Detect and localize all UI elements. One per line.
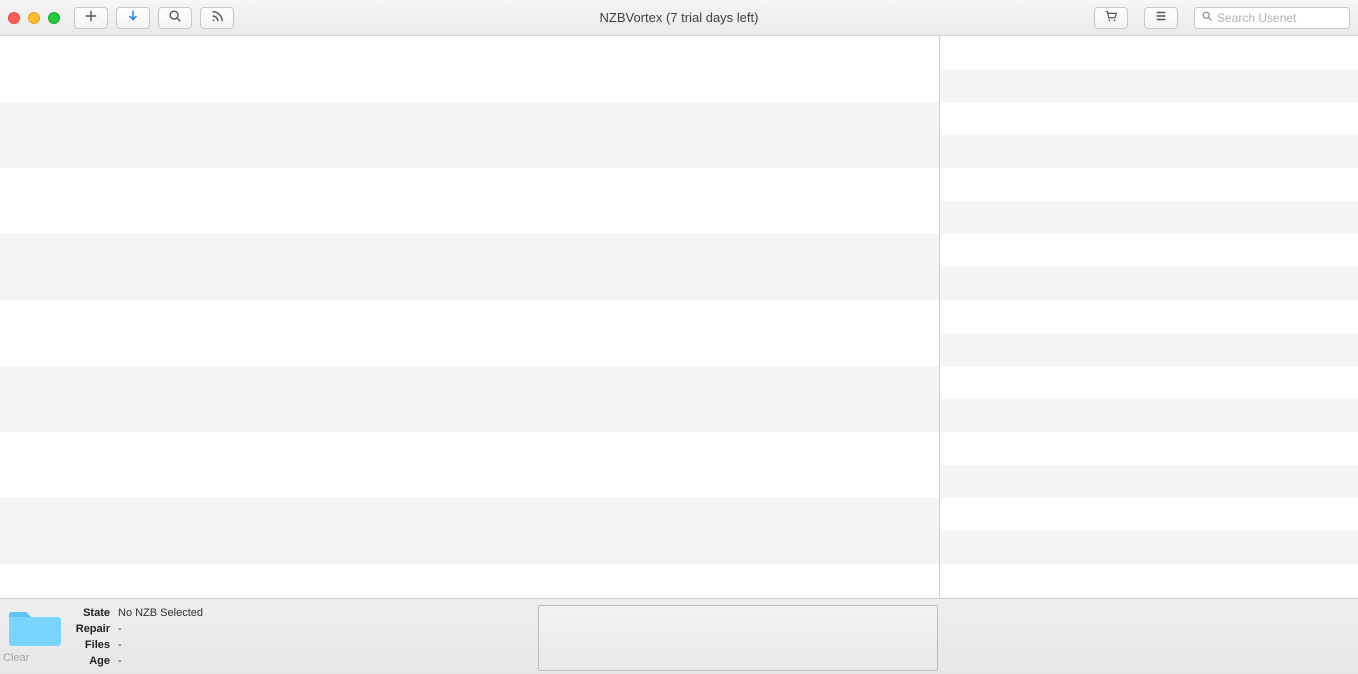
clear-label: Clear [2,652,68,664]
list-row [940,201,1358,234]
rss-icon [210,9,224,26]
rss-button[interactable] [200,7,234,29]
clear-folder-block[interactable]: Clear [0,599,68,664]
list-row [940,234,1358,267]
maximize-window-button[interactable] [48,12,60,24]
repair-value: - [118,621,122,637]
list-row [940,399,1358,432]
download-button[interactable] [116,7,150,29]
download-queue-list[interactable] [0,36,940,598]
list-row [940,432,1358,465]
search-input[interactable] [1217,11,1343,25]
search-button[interactable] [158,7,192,29]
list-row [0,234,939,300]
list-row [0,300,939,366]
folder-icon [6,605,64,649]
list-row [0,432,939,498]
list-row [940,531,1358,564]
list-row [940,366,1358,399]
title-bar: NZBVortex (7 trial days left) [0,0,1358,36]
list-row [940,69,1358,102]
cart-icon [1104,9,1118,26]
download-arrow-icon [126,9,140,26]
content-area [0,36,1358,598]
hamburger-icon [1154,9,1168,26]
list-row [940,300,1358,333]
state-value: No NZB Selected [118,605,203,621]
plus-icon [84,9,98,26]
list-row [0,498,939,564]
list-row [940,36,1358,69]
age-value: - [118,653,122,669]
details-grid: State No NZB Selected Repair - Files - A… [68,599,203,669]
list-row [940,102,1358,135]
minimize-window-button[interactable] [28,12,40,24]
list-row [940,597,1358,598]
list-row [0,366,939,432]
list-row [0,36,939,102]
list-row [940,333,1358,366]
files-label: Files [68,637,118,653]
close-window-button[interactable] [8,12,20,24]
speed-chart [538,605,938,671]
list-row [940,267,1358,300]
list-row [940,564,1358,597]
list-row [940,465,1358,498]
list-row [0,564,939,598]
age-label: Age [68,653,118,669]
list-row [0,102,939,168]
menu-button[interactable] [1144,7,1178,29]
detail-panel: Clear State No NZB Selected Repair - Fil… [0,598,1358,674]
list-row [940,498,1358,531]
files-value: - [118,637,122,653]
list-row [940,135,1358,168]
add-button[interactable] [74,7,108,29]
search-icon [168,9,182,26]
side-panel-list[interactable] [940,36,1358,598]
search-input-wrapper[interactable] [1194,7,1350,29]
state-label: State [68,605,118,621]
cart-button[interactable] [1094,7,1128,29]
repair-label: Repair [68,621,118,637]
list-row [0,168,939,234]
window-controls [8,12,60,24]
search-small-icon [1201,10,1213,25]
list-row [940,168,1358,201]
